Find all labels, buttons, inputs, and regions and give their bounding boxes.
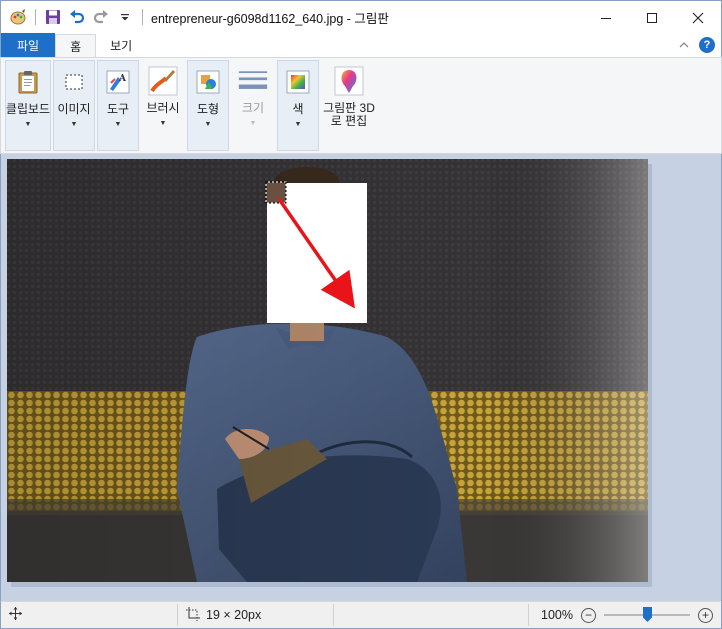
close-button[interactable] (675, 1, 721, 34)
cursor-position (1, 602, 29, 628)
palette-icon (283, 67, 313, 97)
clipboard-icon (13, 67, 43, 97)
zoom-in-button[interactable]: + (698, 607, 713, 623)
maximize-button[interactable] (629, 1, 675, 34)
image-label: 이미지 (57, 102, 91, 116)
group-colors: 색 ▼ (277, 60, 319, 151)
toolbar-separator (35, 9, 36, 25)
tools-button[interactable]: A 도구 ▼ (98, 61, 138, 151)
group-tools: A 도구 ▼ (97, 60, 139, 151)
close-icon (692, 12, 704, 23)
dropdown-arrow-icon: ▼ (159, 120, 167, 127)
clipboard-label: 클립보드 (5, 102, 51, 116)
group-paint3d: 그림판 3D로 편집 (321, 60, 377, 151)
canvas-area[interactable] (0, 154, 722, 601)
shapes-icon (193, 67, 223, 97)
line-size-icon (238, 66, 268, 96)
horizontal-scrollbar[interactable] (7, 590, 711, 598)
shapes-button[interactable]: 도형 ▼ (188, 61, 228, 151)
redo-icon[interactable] (92, 8, 110, 26)
minimize-button[interactable] (583, 1, 629, 34)
photo-image (7, 159, 648, 582)
paint-app-icon[interactable] (9, 8, 27, 26)
zoom-level: 100% (541, 608, 573, 622)
title-bar: entrepreneur-g6098d1162_640.jpg - 그림판 (0, 0, 722, 33)
group-brushes: 브러시 ▼ (141, 60, 185, 151)
shapes-label: 도형 (196, 102, 220, 116)
dropdown-arrow-icon: ▼ (24, 121, 32, 128)
save-icon[interactable] (44, 8, 62, 26)
toolbar-separator (142, 9, 143, 25)
brushes-button[interactable]: 브러시 ▼ (141, 60, 185, 150)
dropdown-arrow-icon: ▼ (294, 121, 302, 128)
status-separator (333, 604, 334, 626)
tools-icon: A (103, 67, 133, 97)
tab-home[interactable]: 홈 (55, 34, 97, 57)
zoom-control: 100% − + (529, 602, 721, 628)
selection-size: 19 × 20px (178, 602, 333, 628)
tools-label: 도구 (106, 102, 130, 116)
help-button[interactable]: ? (699, 37, 715, 53)
group-image: 이미지 ▼ (53, 60, 95, 151)
dropdown-arrow-icon: ▼ (70, 121, 78, 128)
ribbon-tabs: 파일 홈 보기 ? (0, 33, 722, 57)
paint3d-icon (334, 66, 364, 96)
zoom-out-button[interactable]: − (581, 607, 596, 623)
customize-dropdown-icon[interactable] (116, 8, 134, 26)
move-cursor-icon (8, 607, 22, 623)
ribbon: 클립보드 ▼ 이미지 ▼ A 도구 ▼ 브러시 ▼ 도형 ▼ 크기 ▼ 색 ▼ … (0, 57, 722, 154)
maximize-icon (647, 12, 657, 23)
tab-file[interactable]: 파일 (1, 33, 56, 57)
tab-view[interactable]: 보기 (96, 33, 146, 57)
window-controls (583, 1, 721, 34)
group-clipboard: 클립보드 ▼ (5, 60, 51, 151)
zoom-thumb[interactable] (643, 607, 652, 622)
colors-label: 색 (292, 102, 304, 116)
dropdown-arrow-icon: ▼ (249, 120, 257, 127)
selection-size-icon (186, 606, 200, 624)
image-canvas[interactable] (7, 159, 648, 582)
chevron-up-icon[interactable] (679, 38, 689, 52)
zoom-slider[interactable] (604, 607, 690, 623)
minimize-icon (601, 17, 611, 19)
size-label: 크기 (241, 101, 265, 115)
ribbon-tabs-right: ? (679, 33, 721, 57)
undo-icon[interactable] (68, 8, 86, 26)
brush-icon (148, 66, 178, 96)
quick-access-toolbar (1, 1, 145, 34)
colors-button[interactable]: 색 ▼ (278, 61, 318, 151)
selection-size-text: 19 × 20px (206, 608, 262, 622)
brushes-label: 브러시 (146, 101, 180, 115)
clipboard-button[interactable]: 클립보드 ▼ (6, 61, 50, 151)
group-size: 크기 ▼ (231, 60, 275, 151)
edit-with-paint3d-button[interactable]: 그림판 3D로 편집 (321, 60, 377, 150)
size-button[interactable]: 크기 ▼ (231, 60, 275, 150)
select-icon (59, 67, 89, 97)
image-button[interactable]: 이미지 ▼ (54, 61, 94, 151)
svg-text:A: A (118, 74, 127, 84)
dropdown-arrow-icon: ▼ (204, 121, 212, 128)
window-title: entrepreneur-g6098d1162_640.jpg - 그림판 (151, 11, 389, 26)
paint3d-label: 그림판 3D로 편집 (323, 101, 375, 128)
group-shapes: 도형 ▼ (187, 60, 229, 151)
status-bar: 19 × 20px 100% − + (0, 601, 722, 629)
vertical-scrollbar[interactable] (714, 174, 719, 334)
dropdown-arrow-icon: ▼ (114, 121, 122, 128)
